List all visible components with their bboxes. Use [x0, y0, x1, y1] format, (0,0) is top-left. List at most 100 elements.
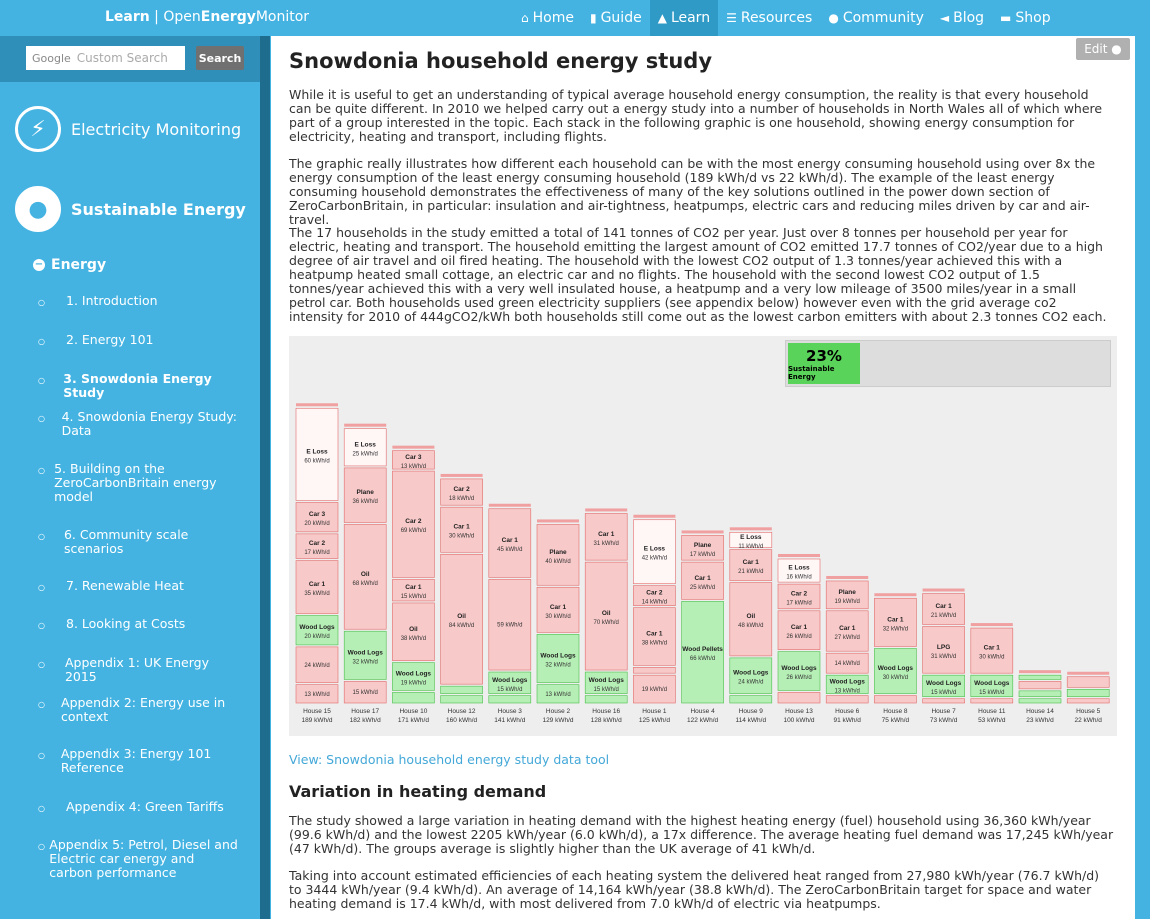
segment-value: 17 kWh/d	[690, 552, 715, 558]
segment-label: Plane	[549, 549, 567, 556]
chart-segment	[633, 667, 676, 674]
segment-label: Car 1	[550, 604, 567, 611]
segment-label: Wood Logs	[781, 665, 817, 672]
page-title: Snowdonia household energy study	[289, 49, 713, 73]
data-tool-link[interactable]: View: Snowdonia household energy study d…	[289, 752, 609, 767]
household-name: House 13	[785, 708, 813, 715]
segment-label: Car 2	[453, 486, 470, 493]
chart-segment	[970, 698, 1014, 704]
nav-blog[interactable]: ◄ Blog	[932, 0, 992, 36]
sidebar-item[interactable]: ○ Appendix 1: UK Energy 2015	[38, 656, 238, 684]
chart-svg: 13 kWh/d 24 kWh/d Wood Logs 20 kWh/d Car 1 35…	[295, 403, 1110, 724]
segment-label: Wood Logs	[926, 680, 962, 687]
stack-top	[778, 553, 820, 557]
segment-value: 20 kWh/d	[304, 521, 329, 527]
sustainable-pct: 23%	[806, 346, 842, 365]
segment-label: Wood Logs	[299, 624, 335, 631]
sidebar-item[interactable]: ○ 6. Community scale scenarios	[38, 528, 238, 556]
brand-open: Open	[163, 9, 201, 25]
segment-value: 16 kWh/d	[786, 575, 811, 581]
sidebar-item[interactable]: ○ 8. Looking at Costs	[38, 617, 238, 633]
sidebar-item[interactable]: ○ Appendix 5: Petrol, Diesel and Electric…	[38, 838, 238, 880]
sidebar-item[interactable]: ○ 1. Introduction	[38, 294, 238, 310]
sidebar-item[interactable]: ○ Appendix 4: Green Tariffs	[38, 800, 238, 816]
sidebar-scrollbar[interactable]	[260, 36, 270, 919]
segment-label: Car 1	[502, 537, 519, 544]
search-placeholder: Custom Search	[76, 51, 168, 65]
search-bar: Google Custom Search Search	[0, 36, 260, 82]
sidebar-item-label: 2. Energy 101	[66, 332, 154, 347]
heating-paragraph-1: The study showed a large variation in he…	[289, 813, 1114, 856]
search-button[interactable]: Search	[196, 46, 244, 70]
site-brand[interactable]: Learn | OpenEnergyMonitor	[105, 9, 309, 25]
nav-shop[interactable]: ▬ Shop	[992, 0, 1059, 36]
sidebar: Google Custom Search Search ⚡ Electricit…	[0, 36, 270, 919]
bullet-icon: ○	[38, 700, 45, 709]
nav-learn[interactable]: ▲ Learn	[649, 0, 719, 36]
segment-value: 21 kWh/d	[738, 569, 763, 575]
chart-segment	[1066, 698, 1110, 704]
stack-top	[585, 508, 628, 512]
household-total: 160 kWh/d	[446, 717, 477, 724]
segment-value: 31 kWh/d	[931, 654, 956, 660]
segment-value: 19 kWh/d	[642, 687, 667, 693]
sustainable-energy-fill: 23% Sustainable Energy	[788, 343, 860, 384]
brand-monitor: Monitor	[255, 9, 310, 25]
bolt-icon: ⚡	[15, 106, 61, 152]
segment-label: Car 3	[309, 511, 326, 518]
sidebar-item-label: Appendix 5: Petrol, Diesel and Electric …	[49, 837, 238, 880]
nav-guide[interactable]: ▮ Guide	[582, 0, 650, 36]
segment-label: E Loss	[355, 441, 377, 448]
edit-github-button[interactable]: Edit ●	[1076, 38, 1130, 60]
search-input[interactable]: Google Custom Search	[26, 46, 185, 70]
segment-value: 30 kWh/d	[883, 675, 908, 681]
sidebar-item[interactable]: ○ 2. Energy 101	[38, 333, 238, 349]
nav-home[interactable]: ⌂ Home	[513, 0, 582, 36]
segment-value: 17 kWh/d	[304, 550, 329, 556]
sidebar-item[interactable]: ○ 4. Snowdonia Energy Study: Data	[38, 410, 238, 438]
sidebar-item[interactable]: ○ 5. Building on the ZeroCarbonBritain en…	[38, 462, 238, 504]
chart-segment	[392, 692, 435, 704]
household-name: House 15	[303, 708, 331, 715]
sidebar-item-label: 8. Looking at Costs	[66, 616, 186, 631]
household-name: House 1	[642, 708, 667, 715]
nav-resources[interactable]: ☰ Resources	[718, 0, 820, 36]
sidebar-item[interactable]: ○ 3. Snowdonia Energy Study	[38, 372, 238, 400]
nav-community[interactable]: ● Community	[820, 0, 932, 36]
household-name: House 6	[835, 708, 860, 715]
segment-value: 13 kWh/d	[835, 688, 860, 694]
sidebar-item-label: Appendix 1: UK Energy 2015	[64, 655, 209, 684]
nav-label: Resources	[740, 10, 813, 26]
stack-top	[440, 473, 483, 477]
segment-value: 25 kWh/d	[353, 451, 378, 457]
household-total: 141 kWh/d	[494, 717, 525, 724]
segment-label: Car 2	[309, 540, 326, 547]
household-name: House 12	[448, 708, 476, 715]
nav-label: Blog	[953, 10, 985, 26]
bullet-icon: ○	[38, 414, 45, 423]
section-heading: Variation in heating demand	[289, 782, 547, 801]
household-name: House 14	[1026, 708, 1054, 715]
segment-value: 45 kWh/d	[497, 547, 522, 553]
category-sustainable-energy[interactable]: ● Sustainable Energy	[15, 186, 246, 232]
stack-top	[633, 514, 676, 518]
segment-label: Oil	[409, 626, 418, 633]
category-electricity-monitoring[interactable]: ⚡ Electricity Monitoring	[15, 106, 241, 152]
nav-label: Community	[842, 10, 924, 26]
segment-value: 60 kWh/d	[304, 458, 329, 464]
segment-value: 25 kWh/d	[690, 585, 715, 591]
segment-value: 15 kWh/d	[594, 687, 619, 693]
page-scrollbar[interactable]	[1135, 36, 1150, 919]
segment-value: 48 kWh/d	[738, 623, 763, 629]
list-icon: ☰	[726, 11, 737, 25]
section-energy[interactable]: − Energy	[33, 257, 106, 273]
nav-label: Learn	[670, 10, 711, 26]
segment-value: 19 kWh/d	[835, 599, 860, 605]
segment-value: 17 kWh/d	[786, 600, 811, 606]
household-total: 73 kWh/d	[930, 717, 958, 724]
sidebar-item-label: 3. Snowdonia Energy Study	[63, 371, 212, 400]
sidebar-item[interactable]: ○ Appendix 3: Energy 101 Reference	[38, 747, 238, 775]
segment-value: 15 kWh/d	[497, 687, 522, 693]
sidebar-item[interactable]: ○ Appendix 2: Energy use in context	[38, 696, 238, 724]
sidebar-item[interactable]: ○ 7. Renewable Heat	[38, 579, 238, 595]
